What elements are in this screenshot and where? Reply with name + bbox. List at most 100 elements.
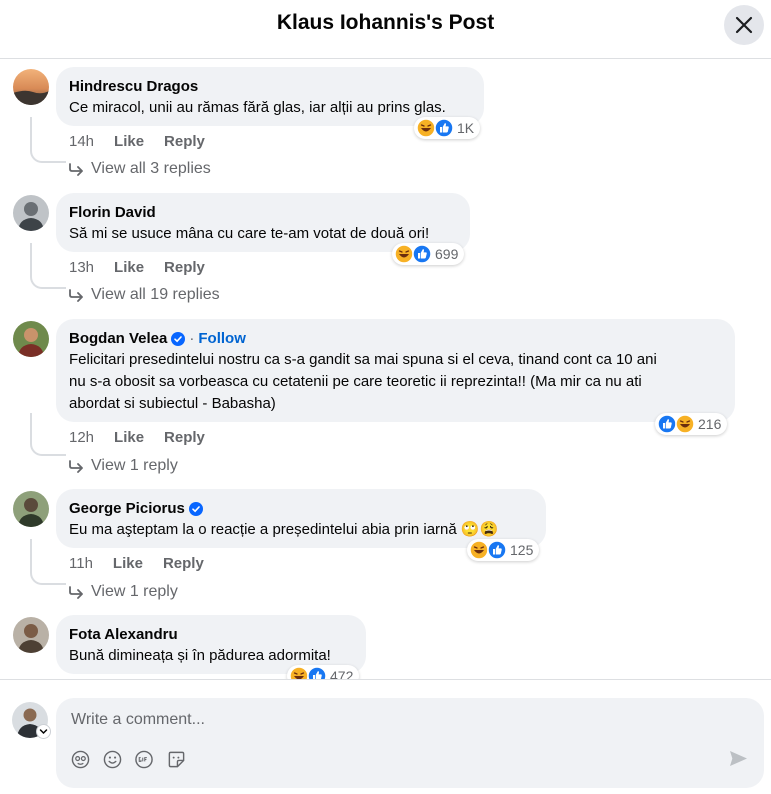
comments-list[interactable]: Hindrescu Dragos Ce miracol, unii au răm…: [0, 59, 771, 679]
comment-author[interactable]: Florin David: [69, 203, 457, 223]
comment-author[interactable]: George Piciorus: [69, 499, 185, 519]
thread-line: [30, 117, 66, 163]
close-button[interactable]: [724, 5, 764, 45]
like-button[interactable]: Like: [114, 133, 144, 150]
gif-icon: [135, 750, 153, 768]
comment-composer-bar: [0, 679, 771, 794]
avatar-sticker-button[interactable]: [70, 749, 90, 769]
verified-badge-icon: [171, 332, 186, 346]
like-button[interactable]: Like: [113, 555, 143, 572]
view-replies-label: View all 3 replies: [91, 160, 211, 177]
reaction-count: 472: [330, 668, 354, 679]
haha-reaction-icon: [289, 666, 309, 679]
thread-line: [30, 539, 66, 585]
comment: Fota Alexandru Bună dimineața și în pădu…: [0, 607, 771, 679]
comment-author[interactable]: Hindrescu Dragos: [69, 77, 471, 97]
view-replies-label: View all 19 replies: [91, 286, 220, 303]
reply-arrow-icon: [69, 586, 83, 599]
comment-author-row: George Piciorus: [69, 499, 533, 519]
reaction-count: 216: [698, 416, 722, 432]
comment-author[interactable]: Fota Alexandru: [69, 625, 353, 645]
view-replies-label: View 1 reply: [91, 457, 178, 474]
close-icon: [735, 16, 753, 34]
comment: Florin David Să mi se usuce mâna cu care…: [0, 185, 771, 315]
reply-arrow-icon: [69, 289, 83, 302]
haha-reaction-icon: [675, 414, 695, 434]
reply-button[interactable]: Reply: [164, 133, 205, 150]
avatar[interactable]: [13, 195, 49, 231]
comment-text: Bună dimineața și în pădurea adormita!: [69, 647, 331, 664]
reaction-count: 699: [435, 246, 459, 262]
gif-button[interactable]: [134, 749, 154, 769]
view-replies-button[interactable]: View 1 reply: [69, 583, 178, 601]
comment-bubble: Bogdan Velea · Follow Felicitari presedi…: [56, 319, 735, 422]
reaction-summary[interactable]: 699: [392, 243, 465, 265]
reply-button[interactable]: Reply: [163, 555, 204, 572]
reply-arrow-icon: [69, 163, 83, 176]
like-reaction-icon: [307, 666, 327, 679]
reaction-summary[interactable]: 125: [467, 539, 540, 561]
thread-line: [30, 413, 66, 456]
comment: Bogdan Velea · Follow Felicitari presedi…: [0, 311, 771, 481]
follow-button[interactable]: Follow: [198, 329, 246, 349]
comment-time[interactable]: 12h: [69, 429, 94, 446]
like-reaction-icon: [434, 118, 454, 138]
dialog-header: Klaus Iohannis's Post: [0, 0, 771, 59]
comment-text: Ce miracol, unii au rămas fără glas, iar…: [69, 99, 446, 116]
comment-composer: [56, 698, 764, 788]
haha-reaction-icon: [469, 540, 489, 560]
view-replies-button[interactable]: View all 19 replies: [69, 286, 220, 304]
like-button[interactable]: Like: [114, 259, 144, 276]
like-reaction-icon: [487, 540, 507, 560]
view-replies-button[interactable]: View 1 reply: [69, 457, 178, 475]
send-icon: [730, 750, 747, 767]
avatar[interactable]: [13, 617, 49, 653]
post-title: Klaus Iohannis's Post: [276, 11, 495, 34]
comment-text-line: abordat si subiectul - Babasha): [69, 395, 276, 412]
verified-badge-icon: [188, 502, 203, 516]
comment-input[interactable]: [69, 706, 693, 734]
composer-tools: [70, 749, 186, 769]
comment-text: Să mi se usuce mâna cu care te-am votat …: [69, 225, 430, 242]
comment-author-row: Bogdan Velea · Follow: [69, 329, 722, 349]
avatar[interactable]: [13, 321, 49, 357]
comment-emoji: 🙄😩: [460, 521, 499, 538]
emoji-icon: [103, 750, 121, 768]
reaction-summary[interactable]: 472: [287, 665, 360, 679]
like-button[interactable]: Like: [114, 429, 144, 446]
reply-arrow-icon: [69, 460, 83, 473]
comment-actions: 13h Like Reply: [69, 259, 225, 276]
comment: George Piciorus Eu ma aşteptam la o reac…: [0, 481, 771, 611]
avatar-sticker-icon: [71, 750, 89, 768]
comment-text-row: Eu ma aşteptam la o reacție a președinte…: [69, 519, 533, 541]
reaction-summary[interactable]: 1K: [414, 117, 481, 139]
comment-actions: 14h Like Reply: [69, 133, 225, 150]
comment-time[interactable]: 13h: [69, 259, 94, 276]
profile-switch-caret[interactable]: [37, 725, 50, 738]
sticker-icon: [168, 751, 184, 767]
comment: Hindrescu Dragos Ce miracol, unii au răm…: [0, 59, 771, 189]
reaction-summary[interactable]: 216: [655, 413, 728, 435]
avatar[interactable]: [13, 69, 49, 105]
sticker-button[interactable]: [166, 749, 186, 769]
comment-actions: 12h Like Reply: [69, 429, 225, 446]
comment-text-line: nu s-a obosit sa vorbeasca cu cetatenii …: [69, 373, 642, 390]
reaction-count: 1K: [457, 120, 475, 136]
reply-button[interactable]: Reply: [164, 429, 205, 446]
like-reaction-icon: [412, 244, 432, 264]
comment-time[interactable]: 11h: [69, 555, 93, 572]
emoji-button[interactable]: [102, 749, 122, 769]
reaction-count: 125: [510, 542, 534, 558]
haha-reaction-icon: [416, 118, 436, 138]
send-button[interactable]: [729, 750, 748, 772]
comment-time[interactable]: 14h: [69, 133, 94, 150]
comment-text-line: Felicitari presedintelui nostru ca s-a g…: [69, 351, 657, 368]
comment-actions: 11h Like Reply: [69, 555, 224, 572]
reply-button[interactable]: Reply: [164, 259, 205, 276]
comment-author[interactable]: Bogdan Velea: [69, 329, 167, 349]
haha-reaction-icon: [394, 244, 414, 264]
avatar[interactable]: [13, 491, 49, 527]
view-replies-button[interactable]: View all 3 replies: [69, 160, 211, 178]
comment-text: Eu ma aşteptam la o reacție a președinte…: [69, 521, 457, 538]
like-reaction-icon: [657, 414, 677, 434]
